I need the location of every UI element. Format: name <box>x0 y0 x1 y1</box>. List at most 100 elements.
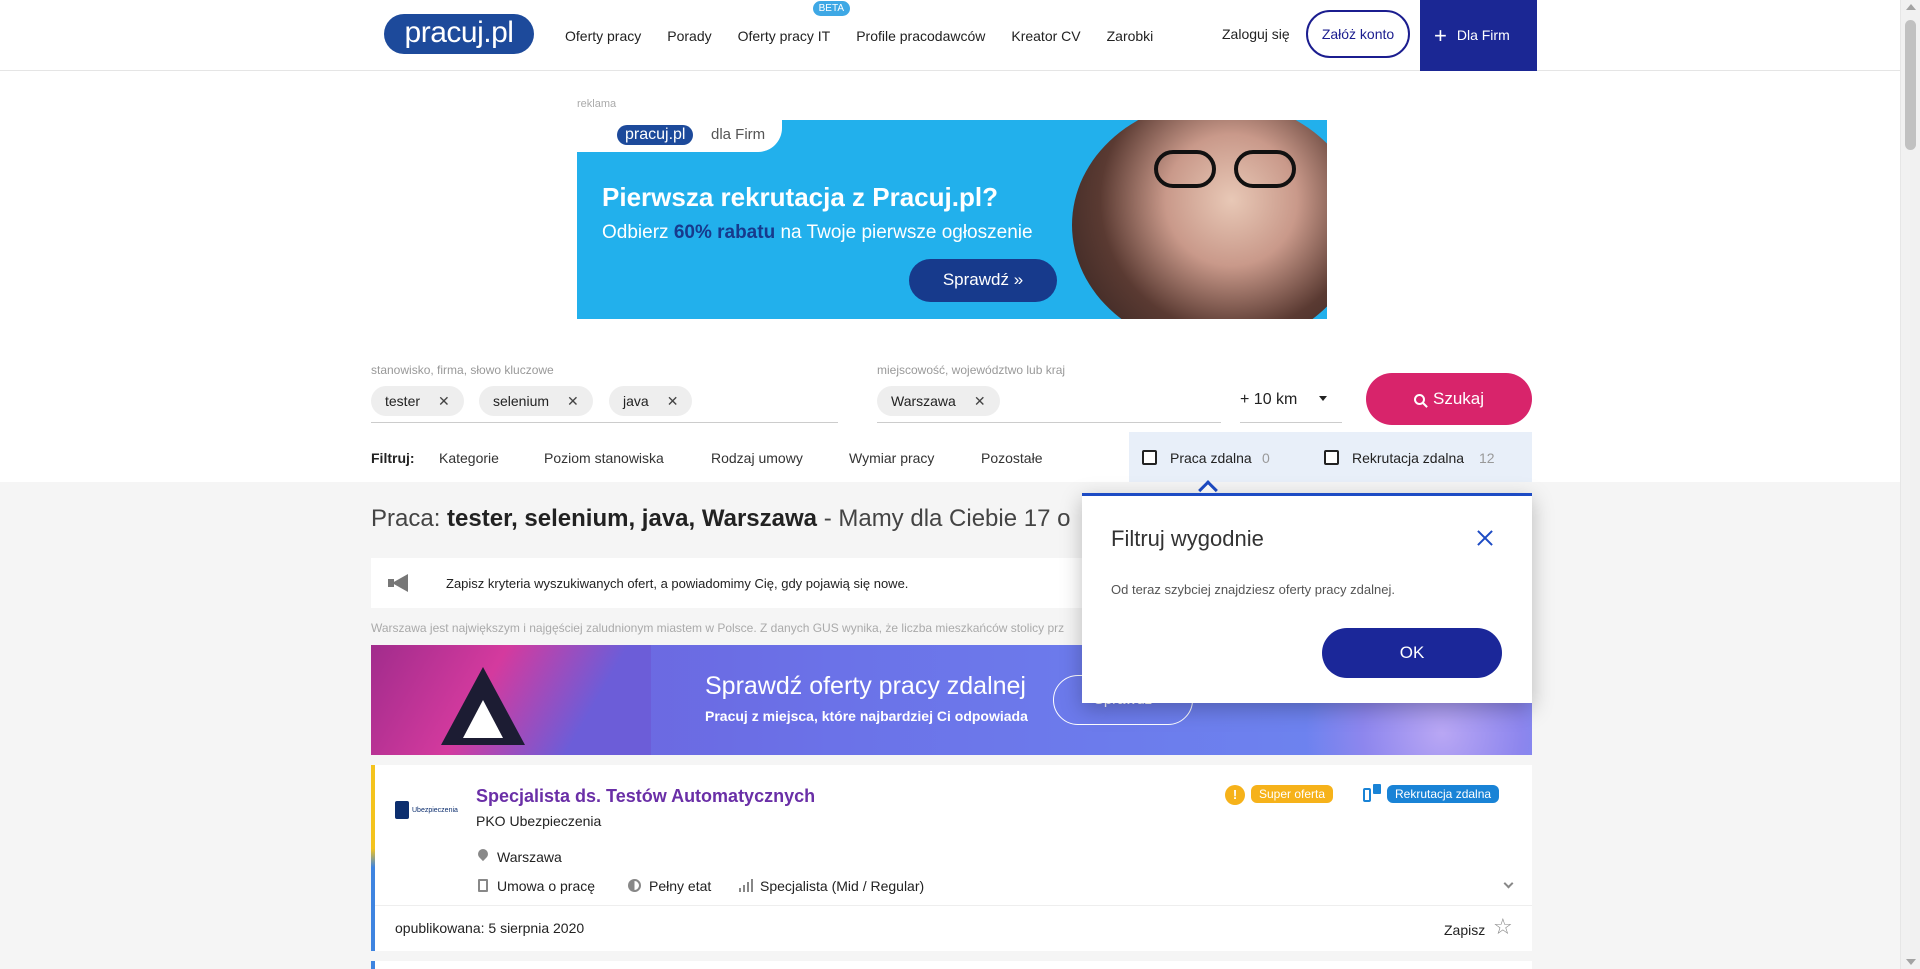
job-time: Pełny etat <box>649 878 712 894</box>
next-job-card[interactable] <box>371 961 1532 969</box>
beta-badge: BETA <box>812 0 850 16</box>
remote-recruitment-count: 12 <box>1479 450 1495 466</box>
super-offer-icon: ! <box>1225 785 1245 805</box>
card-divider <box>375 905 1532 906</box>
filter-wymiar-pracy[interactable]: Wymiar pracy <box>849 450 934 466</box>
level-icon <box>739 878 753 892</box>
city-description: Warszawa jest największym i najgęściej z… <box>371 621 1065 635</box>
nav-oferty-pracy-it-label: Oferty pracy IT <box>737 27 831 44</box>
company-logo[interactable]: Ubezpieczenia <box>395 801 459 823</box>
star-icon[interactable]: ☆ <box>1493 916 1513 938</box>
chip-label: selenium <box>493 393 550 409</box>
contract-icon <box>478 879 488 892</box>
location-chip[interactable]: Warszawa ✕ <box>877 386 1000 416</box>
remote-recruitment-label[interactable]: Rekrutacja zdalna <box>1352 450 1464 466</box>
ad-subheadline: Odbierz 60% rabatu na Twoje pierwsze ogł… <box>602 222 1033 244</box>
remove-chip-icon[interactable]: ✕ <box>438 393 450 409</box>
remote-recruitment-badge: Rekrutacja zdalna <box>1387 785 1500 803</box>
job-location: Warszawa <box>497 849 562 865</box>
remote-recruitment-icon <box>1363 784 1381 804</box>
ad-logo: pracuj.pl <box>617 125 694 145</box>
main-nav: Oferty pracy Porady Oferty pracy IT BETA … <box>565 0 1179 71</box>
ad-logo-suffix: dla Firm <box>711 126 766 143</box>
glasses-graphic <box>1154 150 1304 190</box>
remote-recruitment-checkbox[interactable] <box>1324 450 1339 465</box>
ad-check-button[interactable]: Sprawdź » <box>909 259 1057 302</box>
keyword-chip[interactable]: tester ✕ <box>371 386 464 416</box>
page-scrollbar[interactable] <box>1900 0 1920 969</box>
nav-profile-pracodawcow[interactable]: Profile pracodawców <box>856 28 985 44</box>
job-company[interactable]: PKO Ubezpieczenia <box>476 813 601 829</box>
ad-headline: Pierwsza rekrutacja z Pracuj.pl? <box>602 182 998 212</box>
plus-icon: + <box>1434 23 1447 48</box>
remote-banner-title: Sprawdź oferty pracy zdalnej <box>705 672 1026 700</box>
search-button-label: Szukaj <box>1432 389 1485 408</box>
distance-select[interactable]: + 10 km <box>1240 391 1297 409</box>
pracuj-logo[interactable]: pracuj.pl <box>384 14 534 54</box>
scroll-down-icon[interactable] <box>1906 959 1916 965</box>
megaphone-icon <box>388 574 412 592</box>
search-icon <box>1413 394 1425 405</box>
keyword-input-underline[interactable] <box>371 422 838 423</box>
nav-kreator-cv[interactable]: Kreator CV <box>1011 28 1080 44</box>
ad-sub-before: Odbierz <box>602 222 669 243</box>
remote-work-label[interactable]: Praca zdalna <box>1170 450 1252 466</box>
location-label: miejscowość, województwo lub kraj <box>877 363 1066 377</box>
chip-label: Warszawa <box>891 393 956 409</box>
remove-chip-icon[interactable]: ✕ <box>974 393 986 409</box>
remove-chip-icon[interactable]: ✕ <box>567 393 579 409</box>
nav-oferty-pracy[interactable]: Oferty pracy <box>565 28 641 44</box>
chip-label: tester <box>385 393 421 409</box>
job-title-link[interactable]: Specjalista ds. Testów Automatycznych <box>476 786 815 807</box>
keyword-label: stanowisko, firma, słowo kluczowe <box>371 363 554 377</box>
keyword-chip[interactable]: java ✕ <box>609 386 693 416</box>
ad-sub-bold: 60% rabatu <box>673 222 776 243</box>
for-firms-label: Dla Firm <box>1456 27 1510 43</box>
super-offer-badge: Super oferta <box>1251 785 1334 803</box>
ad-logo-tab: pracuj.pl dla Firm <box>577 120 782 152</box>
caret-down-icon[interactable] <box>1319 396 1327 401</box>
remote-work-checkbox[interactable] <box>1142 450 1157 465</box>
banner-illustration-left <box>371 645 651 755</box>
keyword-chip[interactable]: selenium ✕ <box>479 386 593 416</box>
login-link[interactable]: Zaloguj się <box>1222 26 1290 42</box>
ad-sub-after: na Twoje pierwsze ogłoszenie <box>780 222 1033 243</box>
filter-rodzaj-umowy[interactable]: Rodzaj umowy <box>711 450 803 466</box>
filter-kategorie[interactable]: Kategorie <box>439 450 499 466</box>
results-title: Praca: tester, selenium, java, Warszawa … <box>371 505 1070 533</box>
ad-banner[interactable]: pracuj.pl dla Firm Pierwsza rekrutacja z… <box>577 120 1327 319</box>
popup-text: Od teraz szybciej znajdziesz oferty prac… <box>1111 582 1395 597</box>
company-logo-text: Ubezpieczenia <box>412 807 458 814</box>
close-icon[interactable] <box>1473 526 1497 550</box>
nav-oferty-pracy-it[interactable]: Oferty pracy IT BETA <box>737 0 850 44</box>
results-prefix: Praca: <box>371 505 441 532</box>
popup-title: Filtruj wygodnie <box>1111 526 1264 551</box>
ad-woman-photo <box>1072 120 1327 319</box>
scrollbar-thumb[interactable] <box>1905 20 1916 150</box>
work-time-icon <box>628 879 641 892</box>
published-date: opublikowana: 5 sierpnia 2020 <box>395 920 585 936</box>
filter-pozostale[interactable]: Pozostałe <box>981 450 1042 466</box>
location-input-underline[interactable] <box>877 422 1221 423</box>
site-header: pracuj.pl Oferty pracy Porady Oferty pra… <box>0 0 1900 71</box>
results-suffix: - Mamy dla Ciebie 17 o <box>823 505 1071 532</box>
save-job-link[interactable]: Zapisz <box>1444 922 1485 938</box>
scroll-up-icon[interactable] <box>1906 4 1916 10</box>
location-pin-icon <box>475 846 491 862</box>
register-button[interactable]: Załóż konto <box>1306 10 1410 58</box>
chevron-down-icon[interactable] <box>1503 878 1514 889</box>
remove-chip-icon[interactable]: ✕ <box>667 393 679 409</box>
for-firms-button[interactable]: + Dla Firm <box>1420 0 1537 71</box>
job-contract: Umowa o pracę <box>497 878 596 894</box>
nav-porady[interactable]: Porady <box>667 28 711 44</box>
nav-zarobki[interactable]: Zarobki <box>1107 28 1154 44</box>
ad-label: reklama <box>577 98 617 110</box>
filter-tip-popup: Filtruj wygodnie Od teraz szybciej znajd… <box>1082 493 1532 703</box>
remote-filters-box: Praca zdalna 0 Rekrutacja zdalna 12 <box>1129 432 1532 482</box>
search-button[interactable]: Szukaj <box>1366 373 1532 425</box>
job-offer-card[interactable]: Ubezpieczenia Specjalista ds. Testów Aut… <box>371 765 1532 951</box>
popup-ok-button[interactable]: OK <box>1322 628 1502 678</box>
save-search-text: Zapisz kryteria wyszukiwanych ofert, a p… <box>446 576 909 591</box>
filter-poziom-stanowiska[interactable]: Poziom stanowiska <box>544 450 664 466</box>
results-query: tester, selenium, java, Warszawa <box>447 505 818 532</box>
